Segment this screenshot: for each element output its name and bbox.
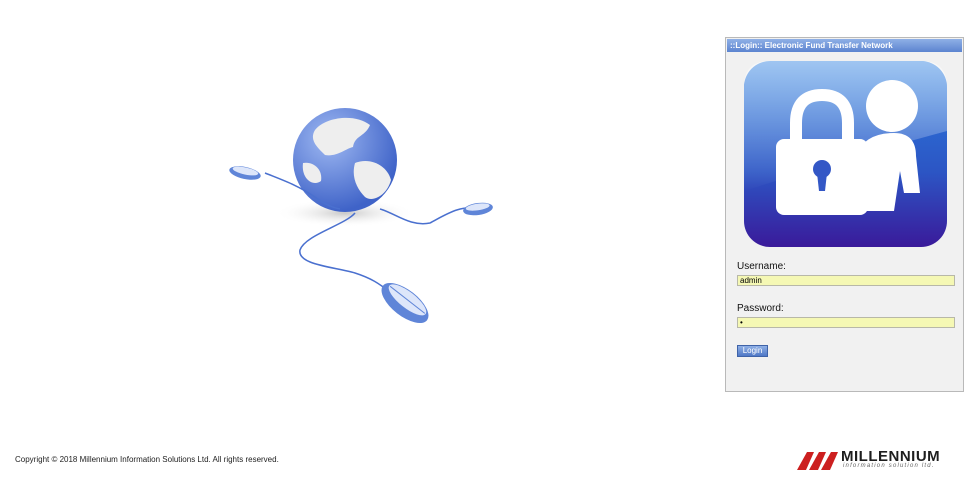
- login-panel: ::Login:: Electronic Fund Transfer Netwo…: [725, 37, 964, 392]
- brand-tagline: information solution ltd.: [843, 463, 935, 469]
- millennium-logo-icon: [797, 452, 838, 470]
- globe-network-icon: [229, 108, 493, 324]
- copyright-text: Copyright © 2018 Millennium Information …: [15, 455, 279, 464]
- password-label: Password:: [737, 303, 784, 314]
- username-input[interactable]: [737, 275, 955, 286]
- username-label: Username:: [737, 261, 786, 272]
- password-input[interactable]: [737, 317, 955, 328]
- login-panel-title: ::Login:: Electronic Fund Transfer Netwo…: [727, 39, 962, 52]
- lock-user-icon: [744, 61, 947, 247]
- millennium-logo: MILLENNIUM information solution ltd.: [797, 448, 952, 473]
- login-page: ::Login:: Electronic Fund Transfer Netwo…: [0, 0, 978, 486]
- login-button[interactable]: Login: [737, 345, 768, 357]
